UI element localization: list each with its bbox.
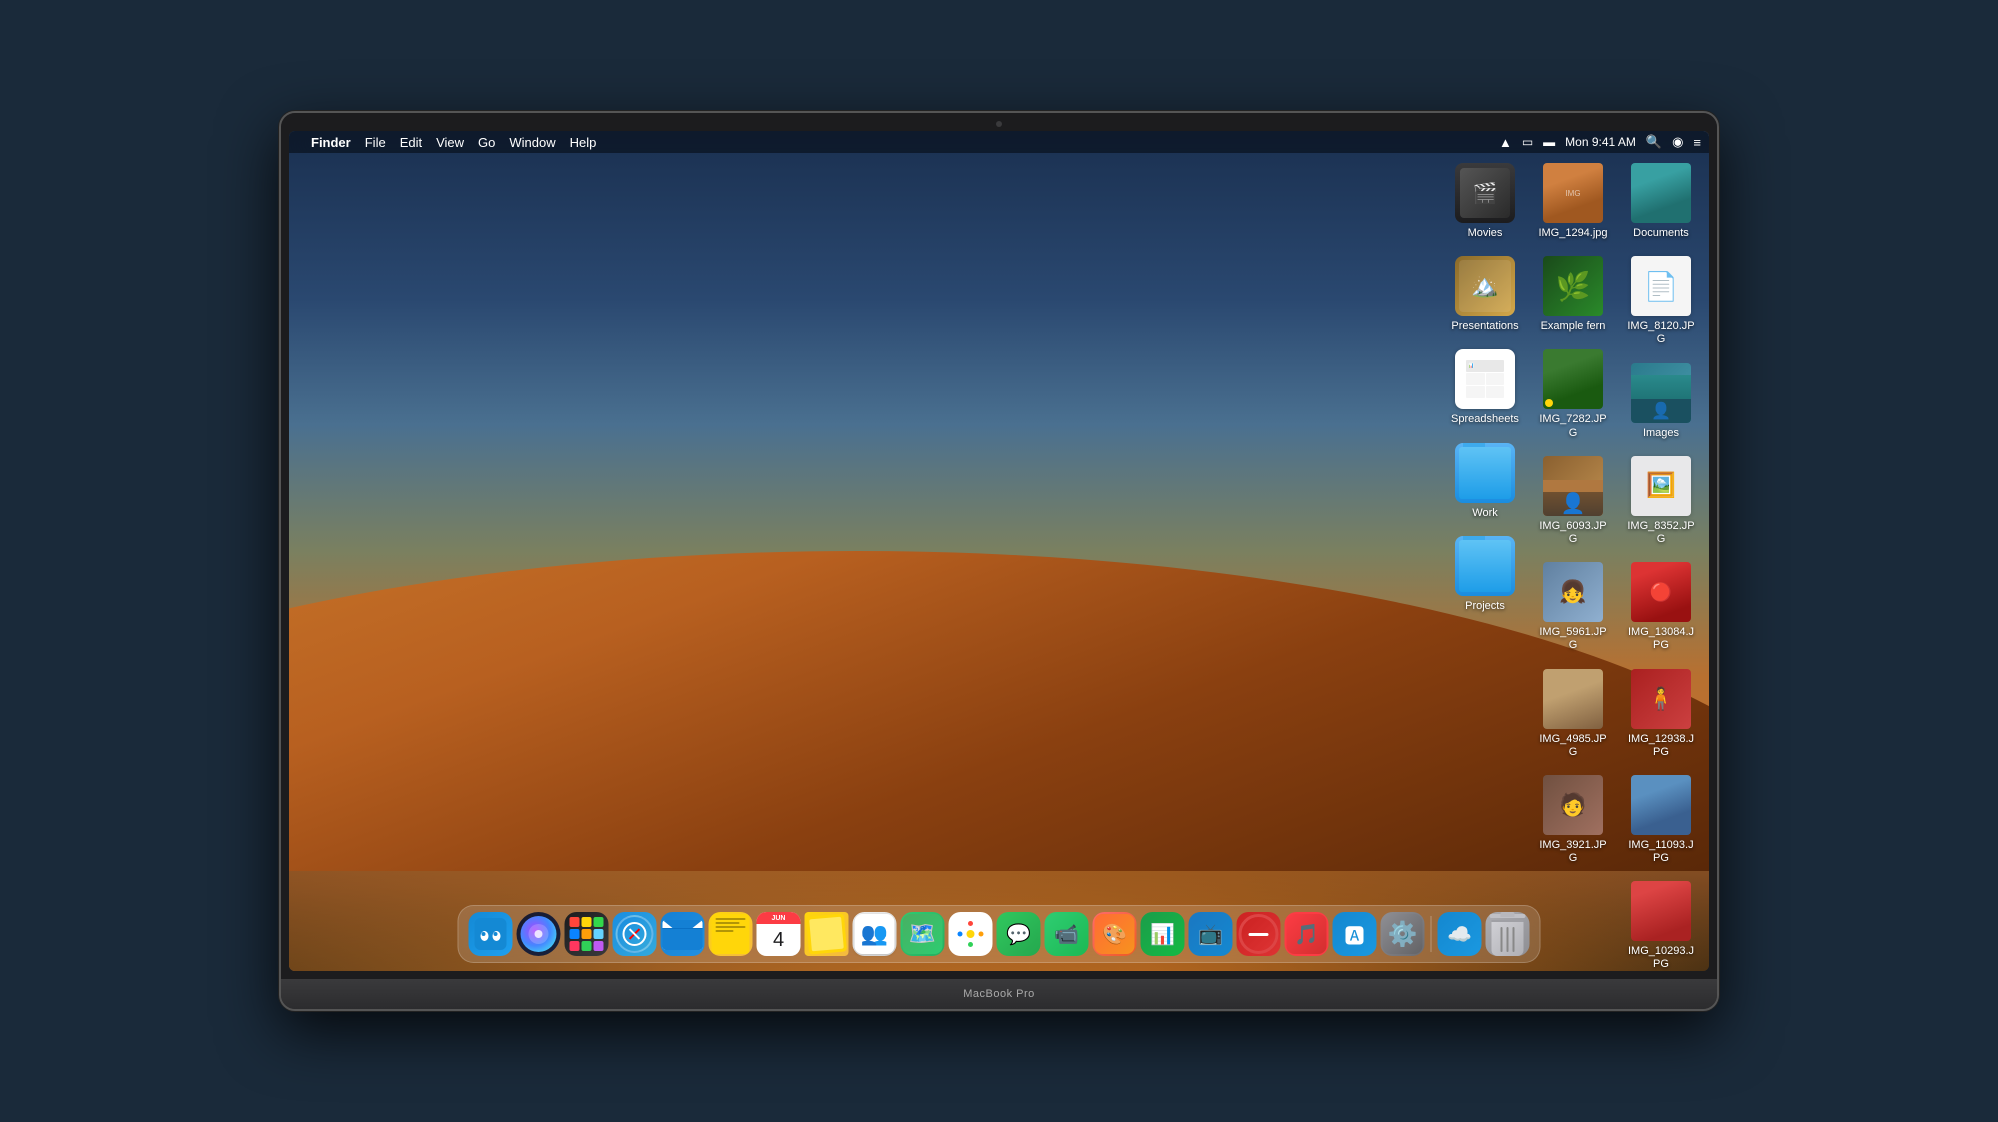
dock-separator [1431,916,1432,952]
help-menu[interactable]: Help [570,135,597,150]
img9102-label: Documents [1633,227,1689,240]
desktop-icon-img9102[interactable]: Documents [1621,159,1701,244]
dock-music[interactable]: 🎵 [1285,912,1329,956]
img4985-label: IMG_4985.JPG [1537,733,1609,759]
clock: Mon 9:41 AM [1565,135,1636,149]
file-menu[interactable]: File [365,135,386,150]
images-label: IMG_8352.JPG [1625,520,1697,546]
desktop-icon-img8120[interactable]: 👤 Images [1621,359,1701,444]
user-icon[interactable]: ◉ [1672,134,1683,150]
img11093-label: IMG_10293.JPG [1625,945,1697,971]
img1294-label: IMG_1294.jpg [1538,227,1607,240]
dock-contacts[interactable]: 👥 [853,912,897,956]
camera [996,121,1002,127]
dock-sketchbook[interactable]: 🎨 [1093,912,1137,956]
dock-messages[interactable]: 💬 [997,912,1041,956]
desktop-icon-img6093[interactable]: 👤 IMG_6093.JPG [1533,452,1613,550]
dock-safari[interactable] [613,912,657,956]
desktop-icon-img12938[interactable]: IMG_11093.JPG [1621,771,1701,869]
menu-icon[interactable]: ≡ [1693,135,1701,150]
dock-notes[interactable] [709,912,753,956]
wifi-icon: ▲ [1499,135,1512,150]
desktop: Finder File Edit View Go Window Help ▲ ▭… [289,131,1709,971]
search-icon[interactable]: 🔍 [1646,134,1662,150]
desktop-icon-img1294[interactable]: IMG IMG_1294.jpg [1533,159,1613,244]
macbook-label: MacBook Pro [963,988,1035,1000]
dock-launchpad[interactable] [565,912,609,956]
desktop-icon-img7282[interactable]: IMG_7282.JPG [1533,345,1613,443]
dock-siri[interactable] [517,912,561,956]
dock-appstore[interactable]: 🅰 [1333,912,1377,956]
go-menu[interactable]: Go [478,135,495,150]
dock-facetime[interactable]: 📹 [1045,912,1089,956]
presentations-label: Presentations [1451,320,1518,333]
img3921-label: IMG_3921.JPG [1537,839,1609,865]
screen-bezel: Finder File Edit View Go Window Help ▲ ▭… [281,113,1717,979]
desktop-icon-presentations[interactable]: 🏔️ Presentations [1445,252,1525,337]
desktop-icon-documents[interactable]: 📄 IMG_8120.JPG [1621,252,1701,350]
work-label: Work [1472,507,1497,520]
img8120-label: Images [1643,427,1679,440]
dock-calendar[interactable]: JUN 4 [757,912,801,956]
desktop-icon-movies[interactable]: 🎬 Movies [1445,159,1525,244]
movies-label: Movies [1468,227,1503,240]
dock-finder[interactable] [469,912,513,956]
icons-column-3: Documents 📄 IMG_8120.JPG [1621,159,1701,971]
desktop-icon-img13084[interactable]: 🧍 IMG_12938.JPG [1621,665,1701,763]
dock-donotdisturb[interactable] [1237,912,1281,956]
desktop-icon-work[interactable]: Work [1445,439,1525,524]
edit-menu[interactable]: Edit [400,135,422,150]
projects-label: Projects [1465,600,1505,613]
icons-column-2: IMG IMG_1294.jpg 🌿 Example fern [1533,159,1613,971]
dock-icloud[interactable]: ☁️ [1438,912,1482,956]
window-menu[interactable]: Window [509,135,555,150]
menubar-left: Finder File Edit View Go Window Help [297,135,596,150]
dock: JUN 4 👥 [458,905,1541,963]
display-icon: ▭ [1522,135,1533,149]
img5961-label: IMG_5961.JPG [1537,626,1609,652]
desktop-icon-projects[interactable]: Projects [1445,532,1525,617]
view-menu[interactable]: View [436,135,464,150]
desktop-icon-spreadsheets[interactable]: 📊 Spreadsheets [1445,345,1525,430]
dock-numbers[interactable]: 📊 [1141,912,1185,956]
macbook-frame: Finder File Edit View Go Window Help ▲ ▭… [279,111,1719,1011]
menubar: Finder File Edit View Go Window Help ▲ ▭… [289,131,1709,153]
dock-stickies[interactable] [805,912,849,956]
desktop-icon-images[interactable]: 🖼️ IMG_8352.JPG [1621,452,1701,550]
img13084-label: IMG_12938.JPG [1625,733,1697,759]
img7282-label: IMG_7282.JPG [1537,413,1609,439]
documents-label: IMG_8120.JPG [1625,320,1697,346]
img6093-label: IMG_6093.JPG [1537,520,1609,546]
desktop-icon-fern[interactable]: 🌿 Example fern [1533,252,1613,337]
dock-keynote[interactable]: 📺 [1189,912,1233,956]
dock-mail[interactable] [661,912,705,956]
menubar-right: ▲ ▭ ▬ Mon 9:41 AM 🔍 ◉ ≡ [1499,134,1701,150]
img8352-label: IMG_13084.JPG [1625,626,1697,652]
img12938-label: IMG_11093.JPG [1625,839,1697,865]
desktop-icon-img11093[interactable]: IMG_10293.JPG [1621,877,1701,971]
battery-icon: ▬ [1543,135,1555,149]
desktop-icon-img4985[interactable]: IMG_4985.JPG [1533,665,1613,763]
macbook-bottom: MacBook Pro [281,979,1717,1009]
dock-trash[interactable] [1486,912,1530,956]
dock-photos[interactable] [949,912,993,956]
fern-label: Example fern [1541,320,1606,333]
icons-column-1: 🎬 Movies 🏔️ Presentations [1445,159,1525,971]
dock-maps[interactable]: 🗺️ [901,912,945,956]
desktop-icon-img8352[interactable]: 🔴 IMG_13084.JPG [1621,558,1701,656]
dock-system-preferences[interactable]: ⚙️ [1381,912,1425,956]
desktop-icon-img5961[interactable]: 👧 IMG_5961.JPG [1533,558,1613,656]
spreadsheets-label: Spreadsheets [1451,413,1519,426]
finder-menu[interactable]: Finder [311,135,351,150]
desktop-icons-area: 🎬 Movies 🏔️ Presentations [1445,159,1701,971]
desktop-icon-img3921[interactable]: 🧑 IMG_3921.JPG [1533,771,1613,869]
